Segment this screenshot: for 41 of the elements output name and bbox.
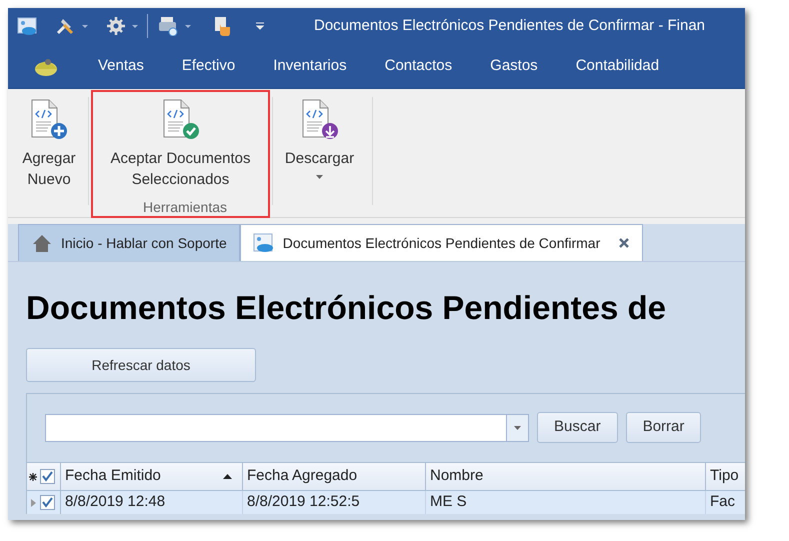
menu-tab[interactable]: Contabilidad (576, 54, 660, 78)
menu-tab[interactable]: Contactos (384, 54, 452, 78)
printer-icon[interactable] (158, 16, 178, 36)
menu-tab[interactable]: Inventarios (273, 54, 347, 78)
caret-icon[interactable] (81, 24, 89, 28)
caret-icon (316, 175, 323, 179)
app-icon (252, 233, 275, 253)
ribbon-group-label: Herramientas (142, 198, 228, 217)
window-title: Documentos Electrónicos Pendientes de Confirmar - Finan (314, 16, 706, 36)
hand-pointer-icon[interactable] (212, 16, 232, 36)
search-button[interactable]: Borrar (626, 412, 702, 443)
table-cell: ME S (426, 491, 706, 514)
ribbon-button[interactable]: Descargar (277, 97, 362, 179)
new-row-icon (29, 472, 37, 480)
checkbox[interactable] (40, 469, 55, 484)
table-cell: Fac (706, 491, 745, 514)
menu-tab[interactable]: Gastos (490, 54, 538, 78)
menu-tab[interactable]: Ventas (98, 54, 144, 78)
tools-icon[interactable] (55, 16, 75, 36)
close-icon[interactable] (618, 237, 630, 249)
caret-icon[interactable] (131, 24, 139, 28)
search-button[interactable]: Buscar (537, 412, 618, 443)
ribbon-button[interactable]: Agregar Nuevo (14, 97, 84, 190)
table-cell: 8/8/2019 12:48 (61, 491, 243, 514)
page-heading: Documentos Electrónicos Pendientes de (26, 288, 666, 328)
refresh-button[interactable]: Refrescar datos (26, 348, 256, 382)
app-icon[interactable] (17, 16, 37, 36)
document-code-icon (160, 99, 200, 140)
checkbox[interactable] (40, 495, 55, 510)
document-code-icon (29, 99, 69, 140)
tab[interactable]: Inicio - Hablar con Soporte (18, 224, 240, 261)
house-icon (31, 233, 53, 253)
table-cell: 8/8/2019 12:52:5 (243, 491, 426, 514)
tab[interactable]: Documentos Electrónicos Pendientes de Confirmar (240, 224, 644, 261)
menu-tab[interactable]: Efectivo (182, 54, 236, 78)
caret-icon[interactable] (514, 426, 521, 430)
file-menu-icon[interactable] (34, 56, 58, 76)
gear-icon[interactable] (107, 17, 125, 35)
document-code-icon (300, 99, 340, 140)
caret-icon[interactable] (184, 24, 192, 28)
customize-menu-icon[interactable] (256, 22, 264, 30)
